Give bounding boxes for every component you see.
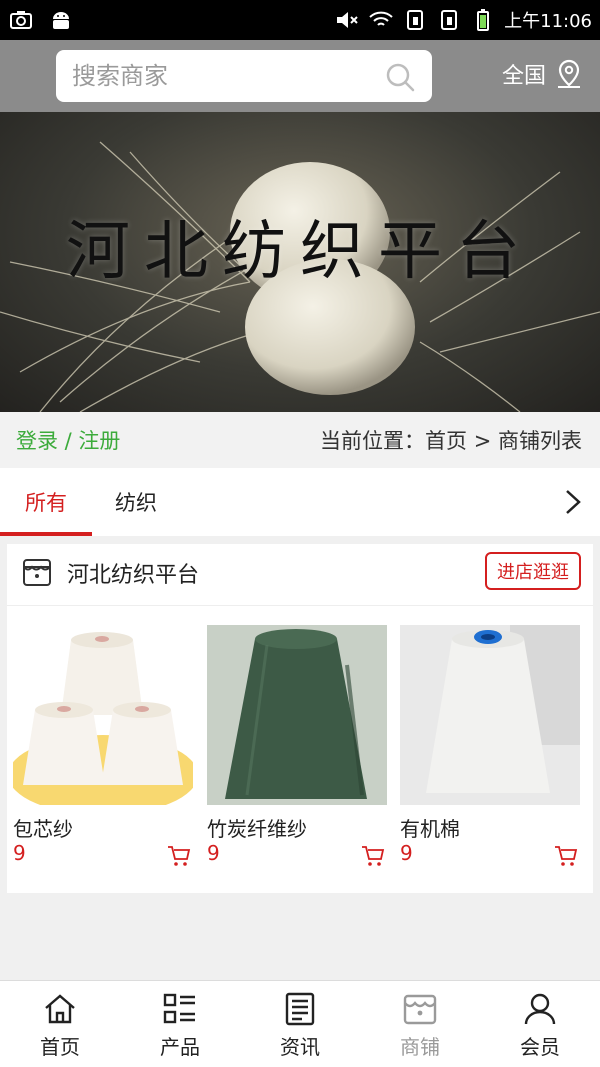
home-icon: [45, 994, 75, 1024]
breadcrumb: 当前位置：首页 > 商铺列表: [320, 429, 582, 453]
status-bar: 上午11:06: [0, 0, 600, 40]
tab-all[interactable]: 所有: [0, 468, 92, 536]
member-icon: [524, 993, 556, 1025]
banner-title: 河北纺织平台: [66, 215, 534, 289]
cart-icon[interactable]: [361, 845, 385, 867]
search-input[interactable]: [72, 50, 372, 102]
product-card[interactable]: 竹炭纤维纱 9: [207, 625, 387, 866]
cart-icon[interactable]: [167, 845, 191, 867]
region-selector[interactable]: 全国: [502, 58, 584, 90]
category-tabs: 所有 纺织: [0, 468, 600, 536]
search-icon[interactable]: [384, 61, 416, 93]
product-card[interactable]: 包芯纱 9: [13, 625, 193, 866]
product-name[interactable]: 竹炭纤维纱: [207, 813, 307, 842]
news-icon: [285, 992, 315, 1026]
store-card: 河北纺织平台 进店逛逛 包芯纱 9 竹炭纤维纱 9 有机棉 9: [7, 544, 593, 893]
product-price: 9: [400, 841, 413, 865]
visit-store-button[interactable]: 进店逛逛: [485, 552, 581, 590]
nav-news[interactable]: 资讯: [240, 981, 360, 1067]
nav-products[interactable]: 产品: [120, 981, 240, 1067]
status-time: 上午11:06: [504, 11, 592, 32]
nav-member-label: 会员: [520, 1035, 560, 1059]
product-price: 9: [207, 841, 220, 865]
product-image[interactable]: [400, 625, 580, 805]
search-box[interactable]: [56, 50, 432, 102]
sim1-icon: [407, 10, 424, 30]
nav-member[interactable]: 会员: [480, 981, 600, 1067]
store-icon: [403, 994, 437, 1025]
product-image[interactable]: [13, 625, 193, 805]
nav-stores[interactable]: 商铺: [360, 981, 480, 1067]
product-image[interactable]: [207, 625, 387, 805]
store-name[interactable]: 河北纺织平台: [67, 557, 199, 589]
product-card[interactable]: 有机棉 9: [400, 625, 580, 866]
store-icon: [23, 559, 51, 586]
cart-icon[interactable]: [554, 845, 578, 867]
sim2-icon: [441, 10, 458, 30]
product-list-icon: [163, 993, 195, 1024]
banner[interactable]: 河北纺织平台: [0, 112, 600, 412]
nav-news-label: 资讯: [280, 1035, 320, 1059]
wifi-icon: [369, 11, 393, 26]
nav-products-label: 产品: [160, 1035, 200, 1059]
chevron-right-icon[interactable]: [560, 488, 586, 516]
product-name[interactable]: 有机棉: [400, 813, 460, 842]
nav-home-label: 首页: [40, 1035, 80, 1059]
region-label: 全国: [501, 64, 546, 89]
login-register-link[interactable]: 登录 / 注册: [16, 425, 120, 455]
location-pin-icon: [558, 59, 580, 88]
location-bar: 登录 / 注册 当前位置：首页 > 商铺列表: [0, 412, 600, 468]
header: 全国: [0, 40, 600, 112]
product-name[interactable]: 包芯纱: [13, 813, 73, 842]
screenshot-icon: [10, 11, 32, 29]
battery-icon: [477, 9, 490, 31]
nav-stores-label: 商铺: [400, 1035, 440, 1059]
product-price: 9: [13, 841, 26, 865]
android-icon: [53, 12, 69, 29]
nav-home[interactable]: 首页: [0, 981, 120, 1067]
bottom-nav: 首页 产品 资讯 商铺 会员: [0, 980, 600, 1067]
mute-icon: [337, 12, 358, 28]
store-header: 河北纺织平台 进店逛逛: [7, 544, 593, 606]
tab-textile[interactable]: 纺织: [92, 468, 180, 536]
